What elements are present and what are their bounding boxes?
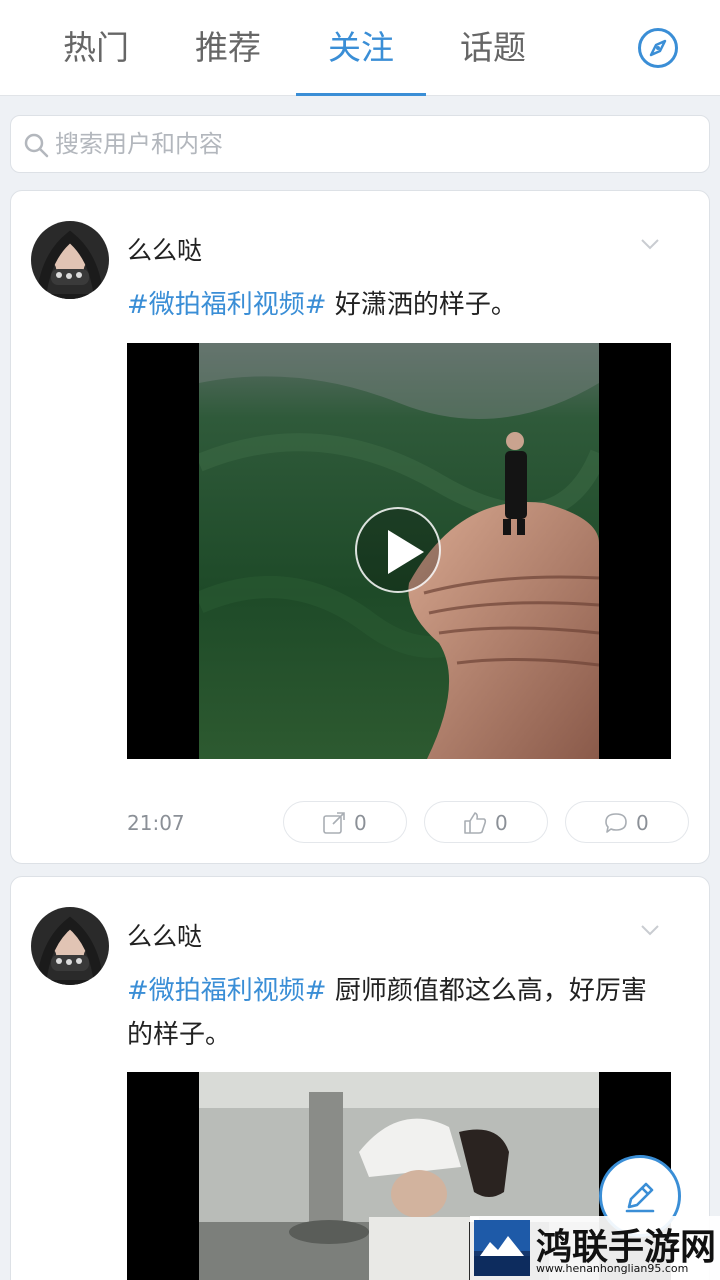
avatar[interactable] bbox=[31, 907, 109, 985]
post-body: 好潇洒的样子。 bbox=[326, 290, 517, 320]
video-frame bbox=[199, 343, 599, 759]
play-icon[interactable] bbox=[355, 507, 441, 593]
site-watermark: 鸿联手游网 www.henanhonglian95.com bbox=[470, 1216, 720, 1280]
post-timestamp: 21:07 bbox=[127, 811, 185, 835]
like-button[interactable]: 0 bbox=[424, 801, 548, 843]
share-count: 0 bbox=[354, 811, 367, 835]
post-hashtag[interactable]: #微拍福利视频# bbox=[127, 976, 327, 1006]
post-username[interactable]: 么么哒 bbox=[127, 917, 202, 953]
search-icon bbox=[24, 133, 49, 158]
compass-icon[interactable] bbox=[638, 28, 678, 68]
avatar[interactable] bbox=[31, 221, 109, 299]
tab-recommend[interactable]: 推荐 bbox=[163, 0, 293, 96]
tab-hot[interactable]: 热门 bbox=[31, 0, 161, 96]
top-tab-bar: 热门 推荐 关注 话题 bbox=[0, 0, 720, 96]
chevron-down-icon[interactable] bbox=[639, 919, 661, 941]
comment-icon bbox=[605, 813, 627, 833]
chevron-down-icon[interactable] bbox=[639, 233, 661, 255]
pencil-icon bbox=[625, 1182, 655, 1213]
post-text: #微拍福利视频# 好潇洒的样子。 bbox=[127, 283, 687, 327]
like-count: 0 bbox=[495, 811, 508, 835]
site-logo bbox=[474, 1220, 530, 1276]
watermark-url: www.henanhonglian95.com bbox=[536, 1262, 689, 1275]
share-icon bbox=[323, 812, 345, 834]
comment-button[interactable]: 0 bbox=[565, 801, 689, 843]
tab-topics[interactable]: 话题 bbox=[428, 0, 558, 96]
video-thumbnail[interactable] bbox=[127, 343, 671, 759]
post-username[interactable]: 么么哒 bbox=[127, 231, 202, 267]
search-input[interactable] bbox=[55, 116, 695, 172]
thumbs-up-icon bbox=[464, 812, 487, 834]
tab-following[interactable]: 关注 bbox=[296, 0, 426, 96]
post-text: #微拍福利视频# 厨师颜值都这么高，好厉害的样子。 bbox=[127, 969, 672, 1057]
post-card: 么么哒 #微拍福利视频# 好潇洒的样子。 21:07 0 0 0 bbox=[10, 190, 710, 864]
share-button[interactable]: 0 bbox=[283, 801, 407, 843]
comment-count: 0 bbox=[636, 811, 649, 835]
search-bar bbox=[10, 115, 710, 173]
post-hashtag[interactable]: #微拍福利视频# bbox=[127, 290, 327, 320]
